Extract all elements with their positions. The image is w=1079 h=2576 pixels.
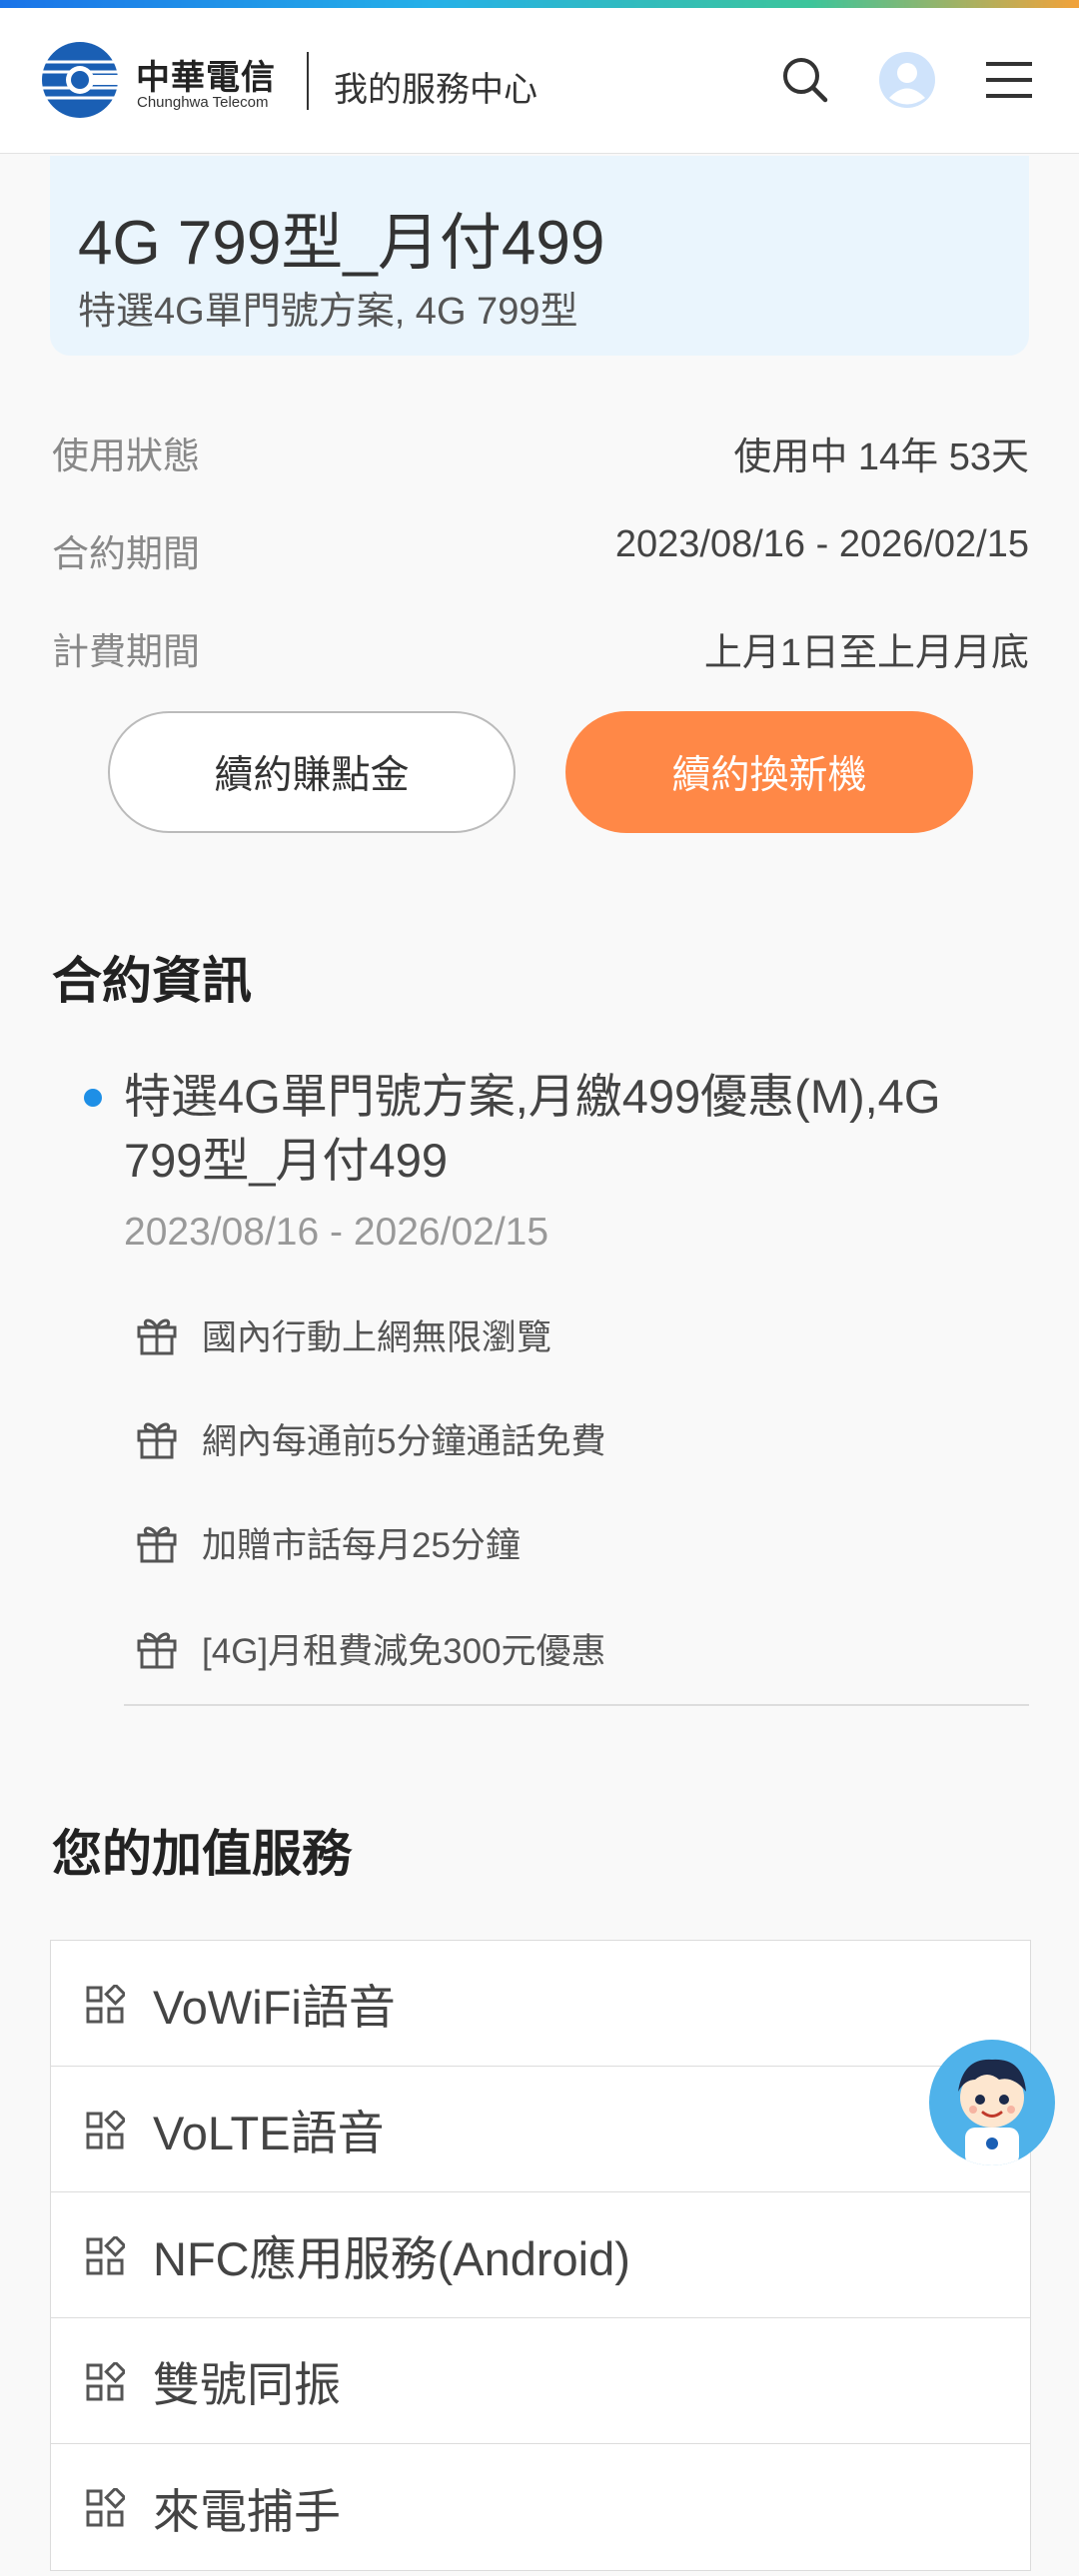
info-label: 合約期間 [52, 533, 200, 574]
bullet-dot [84, 1089, 102, 1107]
perk-item: [4G]月租費減免300元優惠 [134, 1618, 606, 1678]
plan-name: 4G 799型_月付499 [78, 209, 605, 278]
plan-subtitle: 特選4G單門號方案, 4G 799型 [78, 291, 578, 333]
user-button[interactable] [875, 48, 939, 112]
info-value: 使用中 14年 53天 [733, 436, 1029, 478]
info-row-status: 使用狀態 使用中 14年 53天 [52, 418, 1029, 478]
brand-divider [307, 52, 309, 110]
apps-grid-icon [86, 2488, 125, 2527]
vas-item-label: NFC應用服務(Android) [153, 2232, 630, 2285]
assistant-mascot-icon [930, 2041, 1054, 2165]
renew-points-button[interactable]: 續約賺點金 [108, 711, 516, 833]
vas-list: VoWiFi語音 VoLTE語音 NFC應用服務(Android) 雙號同振 來… [50, 1940, 1031, 2571]
apps-grid-icon [86, 2111, 125, 2149]
site-header: 中華電信 Chunghwa Telecom 我的服務中心 [0, 8, 1079, 154]
gift-icon [137, 1422, 177, 1459]
perk-label: [4G]月租費減免300元優惠 [202, 1631, 606, 1671]
vas-item-dual-ring[interactable]: 雙號同振 [51, 2318, 1030, 2444]
vas-item-vowifi[interactable]: VoWiFi語音 [51, 1941, 1030, 2067]
top-accent-strip [0, 0, 1079, 8]
vas-section-title: 您的加值服務 [52, 1826, 352, 1882]
contract-section-title: 合約資訊 [52, 953, 252, 1009]
perk-item: 網內每通前5分鐘通話免費 [134, 1408, 605, 1468]
page-title: 我的服務中心 [334, 71, 538, 109]
chunghwa-logo[interactable] [40, 40, 120, 120]
info-value: 上月1日至上月月底 [703, 632, 1029, 674]
perk-label: 國內行動上網無限瀏覽 [202, 1317, 552, 1357]
contract-title: 特選4G單門號方案,月繳499優惠(M),4G 799型_月付499 [124, 1070, 941, 1187]
menu-button[interactable] [977, 48, 1041, 112]
plan-card: 4G 799型_月付499 特選4G單門號方案, 4G 799型 [50, 156, 1029, 356]
gift-icon [137, 1318, 177, 1355]
info-row-contract-period: 合約期間 2023/08/16 - 2026/02/15 [52, 515, 1029, 575]
menu-icon [986, 62, 1032, 98]
perk-label: 加贈市話每月25分鐘 [202, 1525, 521, 1565]
apps-grid-icon [86, 2236, 125, 2275]
info-value: 2023/08/16 - 2026/02/15 [614, 523, 1029, 565]
apps-grid-icon [86, 1985, 125, 2024]
divider [124, 1704, 1029, 1706]
vas-item-label: VoWiFi語音 [153, 1981, 396, 2034]
info-label: 計費期間 [52, 631, 200, 672]
gift-icon [137, 1526, 177, 1563]
perk-item: 國內行動上網無限瀏覽 [134, 1304, 551, 1364]
brand-name-cn: 中華電信 [136, 59, 276, 97]
perk-item: 加贈市話每月25分鐘 [134, 1512, 521, 1572]
gift-icon [137, 1632, 177, 1669]
search-icon [783, 58, 828, 103]
vas-item-label: 雙號同振 [153, 2358, 341, 2411]
perk-label: 網內每通前5分鐘通話免費 [202, 1421, 606, 1461]
apps-grid-icon [86, 2362, 125, 2401]
vas-item-label: 來電捕手 [153, 2484, 341, 2538]
renew-phone-button[interactable]: 續約換新機 [565, 711, 973, 833]
user-icon [879, 52, 935, 108]
brand-name-en: Chunghwa Telecom [137, 94, 269, 111]
info-label: 使用狀態 [52, 435, 200, 476]
search-button[interactable] [773, 48, 837, 112]
vas-item-call-catcher[interactable]: 來電捕手 [51, 2444, 1030, 2570]
vas-item-nfc[interactable]: NFC應用服務(Android) [51, 2192, 1030, 2318]
chat-assistant-button[interactable] [929, 2040, 1055, 2165]
info-row-billing-period: 計費期間 上月1日至上月月底 [52, 613, 1029, 674]
vas-item-volte[interactable]: VoLTE語音 [51, 2067, 1030, 2192]
contract-period: 2023/08/16 - 2026/02/15 [124, 1211, 549, 1254]
vas-item-label: VoLTE語音 [153, 2107, 385, 2159]
